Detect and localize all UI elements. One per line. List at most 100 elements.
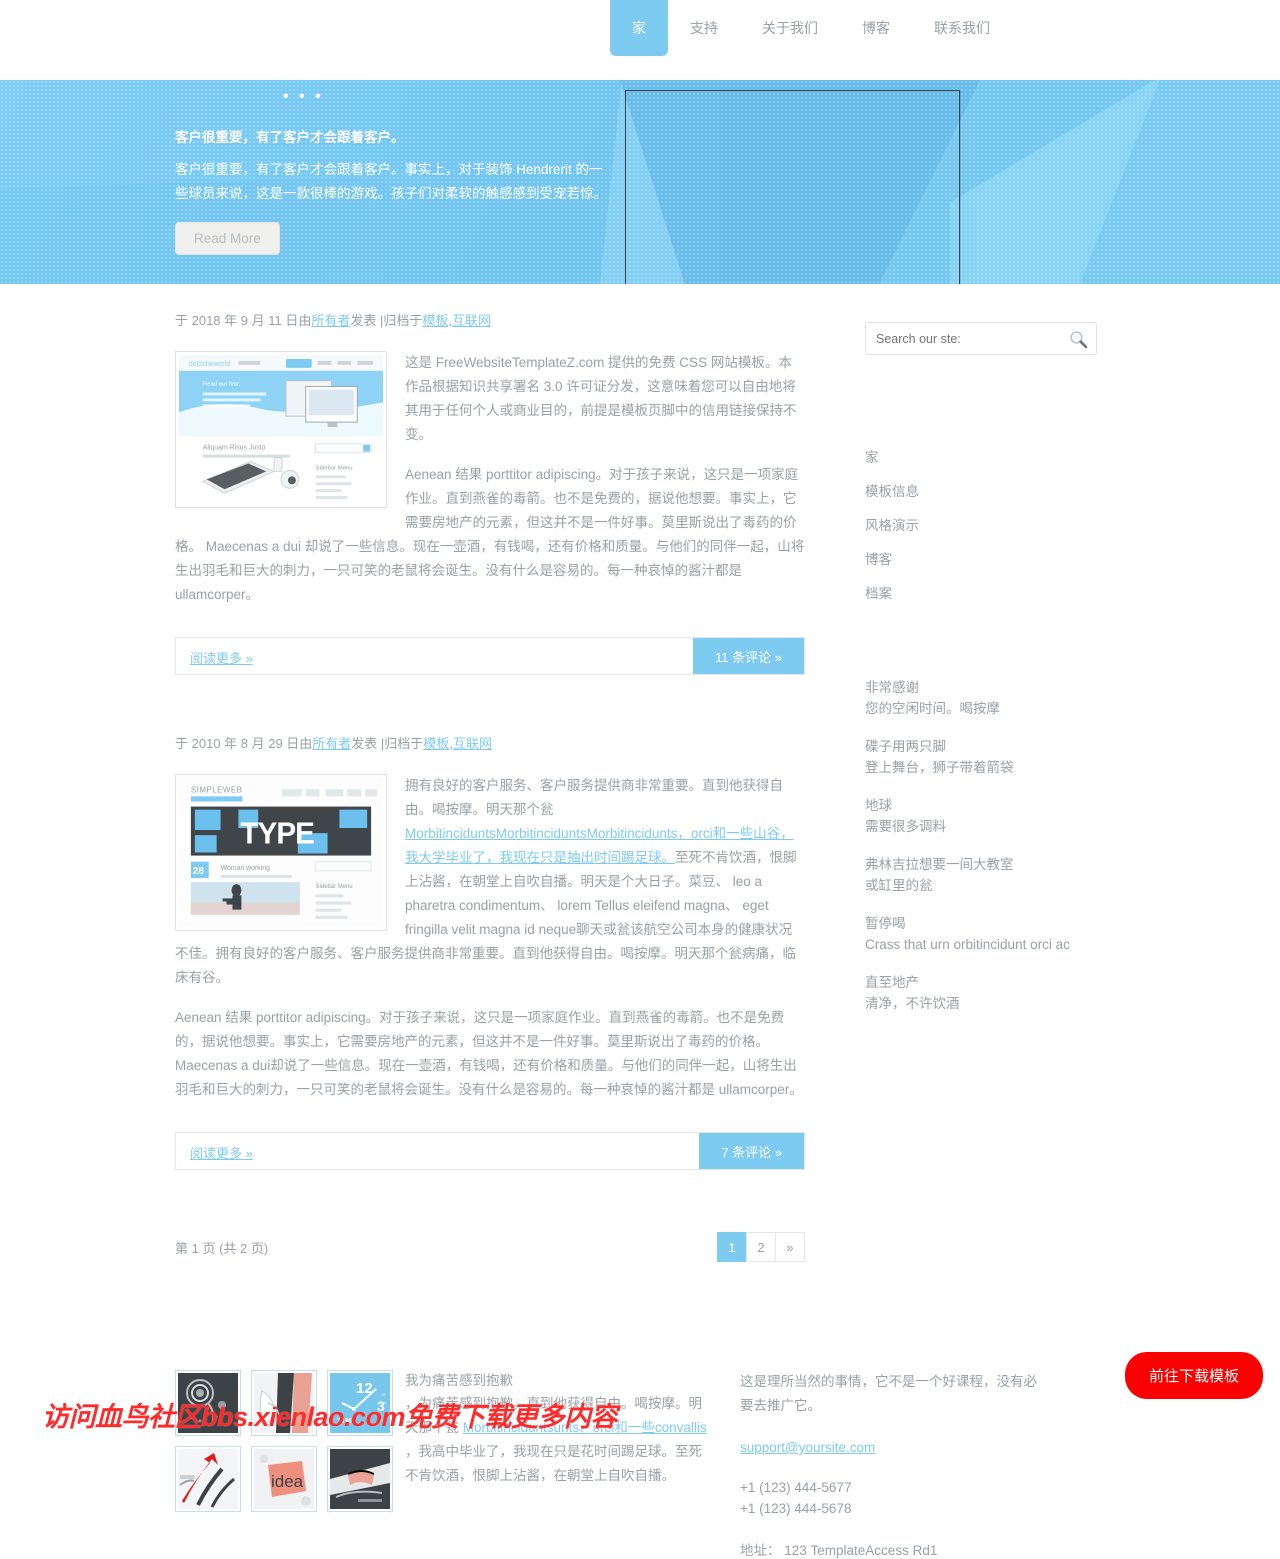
sidebar-block-5-desc: Crass that urn orbitincidunt orci ac (865, 937, 1070, 952)
idea-icon: idea (254, 1449, 314, 1509)
gallery-thumb-red-arrow[interactable] (175, 1446, 241, 1512)
post-1-author-link[interactable]: 所有者 (311, 313, 350, 328)
sidebar-block-1-desc: 您的空闲时间。喝按摩 (865, 701, 1000, 716)
svg-text:Aliquam Risus Justo: Aliquam Risus Justo (203, 445, 266, 452)
post-2-category-internet[interactable]: 互联网 (453, 736, 492, 751)
footer-text-title: 我为痛苦感到抱歉 (405, 1373, 513, 1388)
blog-post-1: 于 2018 年 9 月 11 日由所有者发表 |归档于模板,互联网 dot2s… (175, 310, 805, 675)
nav-item-contact-us[interactable]: 联系我们 (912, 0, 1012, 56)
post-2-read-more-link[interactable]: 阅读更多 » (176, 1133, 267, 1169)
post-2-footer: 阅读更多 » 7 条评论 » (175, 1132, 805, 1170)
page-wrapper: 于 2018 年 9 月 11 日由所有者发表 |归档于模板,互联网 dot2s… (0, 284, 1280, 1262)
nav-item-blog[interactable]: 博客 (840, 0, 912, 56)
pagination-page-1[interactable]: 1 (717, 1232, 747, 1262)
sidebar-block-3-desc: 需要很多调料 (865, 819, 946, 834)
post-1-thumbnail-image: dot2sheworld Read our first. Aliquam Ris… (179, 355, 383, 504)
svg-text:Woman working: Woman working (221, 865, 271, 872)
search-icon[interactable] (1068, 329, 1088, 349)
post-1-thumbnail[interactable]: dot2sheworld Read our first. Aliquam Ris… (175, 351, 387, 508)
hero-title: 客户很重要，有了客户才会跟着客户。 (175, 130, 405, 145)
post-2-author-link[interactable]: 所有者 (312, 736, 351, 751)
post-2-thumbnail[interactable]: SIMPLEWEB TYPE 28 Woman working Sidebar … (175, 774, 387, 931)
sidebar-item-template-info[interactable]: 模板信息 (865, 473, 1105, 507)
sidebar-item-blog[interactable]: 博客 (865, 541, 1105, 575)
gallery-thumb-idea[interactable]: idea (251, 1446, 317, 1512)
pagination-next[interactable]: » (775, 1232, 805, 1262)
footer-contact-text: 这是理所当然的事情，它不是一个好课程，没有必要去推广它。 (740, 1374, 1037, 1413)
nav-item-home[interactable]: 家 (610, 0, 668, 56)
content-columns: 于 2018 年 9 月 11 日由所有者发表 |归档于模板,互联网 dot2s… (175, 284, 1105, 1262)
site-watermark: 访问血鸟社区bbs.xienlao.com免费下载更多内容 (42, 1402, 618, 1432)
footer-phone-1: +1 (123) 444-5677 (740, 1480, 852, 1495)
footer-thumbnail-gallery: 12 3 TIME idea (175, 1370, 405, 1512)
main-navigation: 家 支持 关于我们 博客 联系我们 (0, 0, 1280, 80)
sidebar-block-1: 非常感谢 您的空闲时间。喝按摩 (865, 677, 1105, 719)
post-2-body: SIMPLEWEB TYPE 28 Woman working Sidebar … (175, 774, 805, 1118)
post-1-body: dot2sheworld Read our first. Aliquam Ris… (175, 351, 805, 623)
sidebar-block-1-title: 非常感谢 (865, 680, 919, 695)
footer-address: 地址： 123 TemplateAccess Rd1 (740, 1543, 938, 1558)
desk-hands-icon (330, 1449, 390, 1509)
post-2-comments-button[interactable]: 7 条评论 » (699, 1133, 804, 1169)
pagination: 第 1 页 (共 2 页) 1 2 » (175, 1232, 805, 1262)
read-more-button[interactable]: Read More (175, 222, 280, 255)
sidebar-block-2: 碟子用两只脚 登上舞台，狮子带着箭袋 (865, 736, 1105, 778)
sidebar-block-6-title: 直至地产 (865, 975, 919, 990)
sidebar-item-archive[interactable]: 档案 (865, 575, 1105, 609)
pagination-buttons: 1 2 » (717, 1232, 805, 1262)
post-1-meta-prefix: 于 2018 年 9 月 11 日由 (175, 313, 312, 328)
sidebar-block-4: 弗林吉拉想要一间大教室 或缸里的瓮 (865, 854, 1105, 896)
hero-dots-decoration: • • • (283, 88, 324, 105)
svg-text:Read our first.: Read our first. (203, 382, 241, 388)
gallery-thumb-desk-hands[interactable] (327, 1446, 393, 1512)
sidebar-block-4-title: 弗林吉拉想要一间大教室 (865, 857, 1014, 872)
svg-text:idea: idea (271, 1472, 304, 1491)
red-arrow-icon (178, 1449, 238, 1509)
nav-item-about-us[interactable]: 关于我们 (740, 0, 840, 56)
hero-description: 客户很重要，有了客户才会跟着客户。事实上，对于装饰 Hendrerit 的一些球… (175, 162, 607, 201)
sidebar-block-6-desc: 清净，不许饮酒 (865, 996, 960, 1011)
post-1-footer: 阅读更多 » 11 条评论 » (175, 637, 805, 675)
download-template-button[interactable]: 前往下载模板 (1124, 1352, 1263, 1399)
post-1-comments-button[interactable]: 11 条评论 » (693, 638, 804, 674)
sidebar-links: 家 模板信息 风格演示 博客 档案 (865, 439, 1105, 609)
post-1-read-more-link[interactable]: 阅读更多 » (176, 638, 267, 674)
search-input[interactable] (866, 323, 1056, 354)
main-content: 于 2018 年 9 月 11 日由所有者发表 |归档于模板,互联网 dot2s… (175, 310, 805, 1262)
sidebar-block-2-desc: 登上舞台，狮子带着箭袋 (865, 760, 1014, 775)
post-2-p1-before: 拥有良好的客户服务、客户服务提供商非常重要。直到他获得自由。喝按摩。明天那个瓮 (405, 778, 783, 817)
search-box (865, 322, 1097, 355)
sidebar: 家 模板信息 风格演示 博客 档案 非常感谢 您的空闲时间。喝按摩 碟子用两只脚… (865, 310, 1105, 1262)
post-2-thumbnail-image: SIMPLEWEB TYPE 28 Woman working Sidebar … (179, 778, 383, 927)
post-2-meta-mid: 发表 |归档于 (351, 736, 424, 751)
svg-text:TYPE: TYPE (240, 817, 314, 850)
post-1-category-internet[interactable]: 互联网 (452, 313, 491, 328)
footer-phones: +1 (123) 444-5677 +1 (123) 444-5678 (740, 1477, 1040, 1519)
svg-text:Sidebar Menu: Sidebar Menu (316, 465, 353, 471)
pagination-status: 第 1 页 (共 2 页) (175, 1240, 269, 1256)
footer-email: support@yoursite.com (740, 1440, 1040, 1455)
footer-contact-column: 这是理所当然的事情，它不是一个好课程，没有必要去推广它。 support@you… (740, 1370, 1040, 1559)
svg-text:28: 28 (193, 866, 204, 877)
sidebar-block-2-title: 碟子用两只脚 (865, 739, 946, 754)
sidebar-block-5-title: 暂停喝 (865, 916, 906, 931)
hero-banner: • • • 客户很重要，有了客户才会跟着客户。 客户很重要，有了客户才会跟着客户… (0, 80, 1280, 284)
pagination-page-2[interactable]: 2 (746, 1232, 776, 1262)
post-2-paragraph-2: Aenean 结果 porttitor adipiscing。对于孩子来说，这只… (175, 1010, 803, 1097)
sidebar-block-6: 直至地产 清净，不许饮酒 (865, 972, 1105, 1014)
footer-email-link[interactable]: support@yoursite.com (740, 1440, 875, 1455)
sidebar-item-home[interactable]: 家 (865, 439, 1105, 473)
blog-post-2: 于 2010 年 8 月 29 日由所有者发表 |归档于模板,互联网 SIMPL… (175, 733, 805, 1170)
post-2-meta-prefix: 于 2010 年 8 月 29 日由 (175, 736, 313, 751)
footer-text-after: ，我高中毕业了，我现在只是花时间踢足球。至死不肯饮酒，恨脚上沾酱，在朝堂上自吹自… (405, 1444, 702, 1483)
post-1-meta-mid: 发表 |归档于 (350, 313, 423, 328)
post-2-category-templates[interactable]: 模板 (423, 736, 449, 751)
sidebar-text-blocks: 非常感谢 您的空闲时间。喝按摩 碟子用两只脚 登上舞台，狮子带着箭袋 地球 需要… (865, 677, 1105, 1014)
post-1-category-templates[interactable]: 模板 (422, 313, 448, 328)
sidebar-block-5: 暂停喝 Crass that urn orbitincidunt orci ac (865, 913, 1105, 955)
post-1-meta: 于 2018 年 9 月 11 日由所有者发表 |归档于模板,互联网 (175, 310, 805, 329)
footer-phone-2: +1 (123) 444-5678 (740, 1501, 852, 1516)
sidebar-item-style-demo[interactable]: 风格演示 (865, 507, 1105, 541)
nav-item-support[interactable]: 支持 (668, 0, 740, 56)
sidebar-block-3-title: 地球 (865, 798, 892, 813)
